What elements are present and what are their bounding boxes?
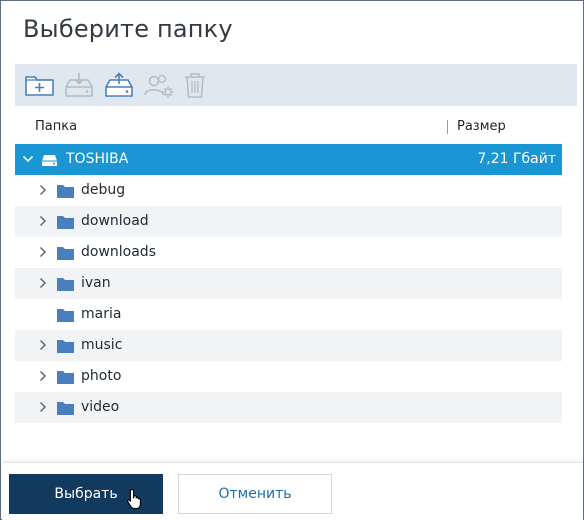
trash-icon (185, 73, 205, 98)
folder-icon (57, 371, 74, 384)
drive-upload-icon (105, 72, 133, 97)
delete-button[interactable] (178, 69, 212, 101)
chevron-right-icon[interactable] (37, 184, 49, 196)
select-folder-dialog: Выберите папку Папка Размер TOSHIBA 7,21… (0, 0, 584, 520)
tree-root-row[interactable]: TOSHIBA 7,21 Гбайт (15, 144, 562, 175)
drive-icon (42, 155, 57, 166)
chevron-down-icon[interactable] (22, 153, 34, 165)
folder-row[interactable]: maria (15, 299, 562, 330)
folder-icon (57, 340, 74, 353)
folder-label: music (81, 337, 123, 353)
column-header-folder[interactable]: Папка (35, 119, 77, 134)
chevron-right-icon[interactable] (37, 246, 49, 258)
folder-plus-icon (25, 76, 54, 96)
folder-row[interactable]: download (15, 206, 562, 237)
folder-label: video (81, 399, 120, 415)
folder-row[interactable]: video (15, 392, 562, 423)
chevron-right-icon[interactable] (37, 339, 49, 351)
folder-label: photo (81, 368, 122, 384)
permissions-button[interactable] (142, 69, 176, 101)
folder-row[interactable]: music (15, 330, 562, 361)
upload-button[interactable] (102, 69, 136, 101)
dialog-footer: Выбрать Отменить (2, 462, 583, 520)
hand-cursor-icon (127, 488, 141, 510)
download-button[interactable] (62, 69, 96, 101)
folder-row[interactable]: debug (15, 175, 562, 206)
folder-row[interactable]: photo (15, 361, 562, 392)
column-resize-handle[interactable] (447, 120, 448, 134)
new-folder-button[interactable] (23, 69, 57, 101)
column-header-size[interactable]: Размер (457, 119, 506, 134)
folder-table: Папка Размер TOSHIBA 7,21 Гбайт debug do… (15, 106, 577, 424)
folder-icon (57, 185, 74, 198)
scrollbar[interactable] (562, 144, 577, 424)
folder-label: debug (81, 182, 126, 198)
folder-icon (57, 402, 74, 415)
drive-download-icon (65, 73, 93, 97)
table-header: Папка Размер (15, 106, 577, 144)
folder-row[interactable]: ivan (15, 268, 562, 299)
users-gear-icon (144, 74, 174, 98)
chevron-right-icon[interactable] (37, 215, 49, 227)
folder-icon (57, 216, 74, 229)
chevron-right-icon[interactable] (37, 401, 49, 413)
folder-icon (57, 309, 74, 322)
folder-label: downloads (81, 244, 156, 260)
chevron-right-icon[interactable] (37, 370, 49, 382)
folder-icon (57, 278, 74, 291)
tree-root-label: TOSHIBA (66, 151, 129, 167)
tree-root-size: 7,21 Гбайт (477, 151, 556, 167)
folder-row[interactable]: downloads (15, 237, 562, 268)
dialog-title: Выберите папку (23, 15, 233, 43)
folder-label: maria (81, 306, 122, 322)
folder-label: ivan (81, 275, 111, 291)
toolbar (15, 64, 577, 106)
folder-label: download (81, 213, 149, 229)
cancel-button[interactable]: Отменить (178, 474, 332, 514)
folder-icon (57, 247, 74, 260)
chevron-right-icon[interactable] (37, 277, 49, 289)
